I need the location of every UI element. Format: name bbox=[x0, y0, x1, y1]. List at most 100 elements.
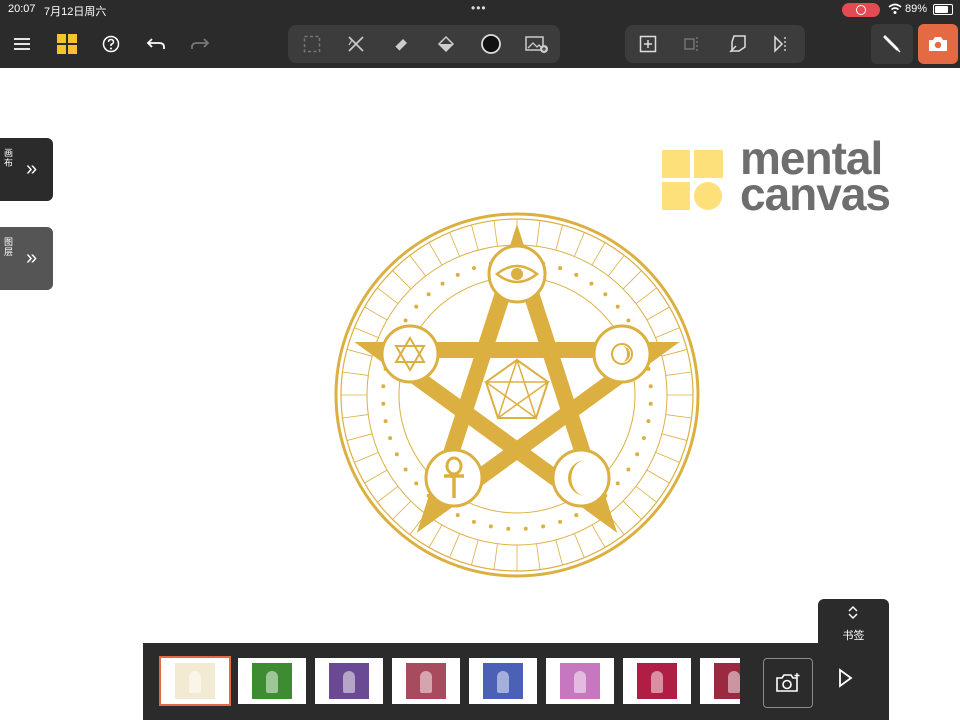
seal-ray bbox=[574, 232, 585, 257]
thumbnail-preview bbox=[483, 663, 523, 699]
menu-icon[interactable] bbox=[8, 30, 36, 58]
seal-ray bbox=[607, 255, 625, 277]
seal-star bbox=[574, 513, 579, 518]
seal-star bbox=[626, 318, 631, 323]
screen-record-icon bbox=[842, 3, 880, 17]
seal-star bbox=[615, 481, 620, 486]
seal-star bbox=[646, 419, 651, 424]
color-icon[interactable] bbox=[477, 30, 505, 58]
rotate-canvas-icon[interactable] bbox=[724, 30, 752, 58]
seal-star bbox=[403, 467, 408, 472]
seal-ray bbox=[536, 543, 541, 570]
expand-up-icon bbox=[848, 605, 858, 619]
seal-star bbox=[648, 401, 653, 406]
seal-star bbox=[381, 384, 386, 389]
seal-ray bbox=[354, 452, 379, 463]
seal-ray bbox=[665, 414, 692, 419]
seal-star bbox=[635, 452, 640, 457]
canvas-panel-label: 画布 bbox=[4, 148, 14, 168]
seal-star bbox=[414, 481, 419, 486]
seal-ray bbox=[655, 327, 680, 338]
bookmark-button[interactable]: 书签 bbox=[818, 599, 889, 645]
canvas-panel-tab[interactable]: 画布 » bbox=[0, 138, 53, 201]
seal-star bbox=[471, 519, 476, 524]
undo-icon[interactable] bbox=[142, 30, 170, 58]
seal-ray bbox=[364, 306, 388, 321]
layers-panel-tab[interactable]: 图层 » bbox=[0, 227, 53, 290]
seal-star bbox=[506, 526, 511, 531]
add-canvas-icon[interactable] bbox=[634, 30, 662, 58]
snapshot-thumbnail[interactable] bbox=[469, 658, 537, 704]
seal-ray bbox=[591, 524, 606, 548]
draw-mode-button[interactable] bbox=[871, 24, 913, 64]
seal-ray bbox=[622, 270, 642, 290]
seal-star bbox=[383, 419, 388, 424]
seal-star bbox=[414, 304, 419, 309]
seal-ray bbox=[346, 433, 373, 441]
help-icon[interactable] bbox=[97, 30, 125, 58]
snapshot-thumbnail[interactable] bbox=[315, 658, 383, 704]
fill-icon[interactable] bbox=[432, 30, 460, 58]
seal-ray bbox=[377, 485, 399, 503]
seal-star bbox=[603, 292, 608, 297]
seal-ray bbox=[364, 469, 388, 484]
snapshot-thumbnail[interactable] bbox=[546, 658, 614, 704]
thumbnail-preview bbox=[637, 663, 677, 699]
snapshot-thumbnail[interactable] bbox=[392, 658, 460, 704]
lasso-icon[interactable] bbox=[298, 30, 326, 58]
eraser-icon[interactable] bbox=[387, 30, 415, 58]
seal-ray bbox=[377, 287, 399, 305]
status-date: 7月12日周六 bbox=[44, 6, 107, 18]
seal-ray bbox=[392, 500, 412, 520]
add-camera-icon bbox=[776, 673, 800, 692]
redo-icon[interactable] bbox=[186, 30, 214, 58]
seal-ray bbox=[449, 232, 460, 257]
snapshot-thumbnail[interactable] bbox=[700, 658, 740, 704]
seal-star bbox=[558, 519, 563, 524]
thumbnail-preview bbox=[175, 663, 215, 699]
snapshot-thumbnail[interactable] bbox=[238, 658, 306, 704]
seal-ray bbox=[661, 433, 688, 441]
play-icon[interactable] bbox=[837, 668, 853, 688]
seal-ray bbox=[646, 469, 670, 484]
thumbnail-preview bbox=[560, 663, 600, 699]
seal-ray bbox=[574, 533, 585, 558]
cut-icon[interactable] bbox=[342, 30, 370, 58]
snapshot-thumbnail[interactable] bbox=[623, 658, 691, 704]
seal-ray bbox=[591, 242, 606, 266]
gallery-icon[interactable] bbox=[53, 30, 81, 58]
seal-ray bbox=[342, 371, 369, 376]
flip-canvas-icon[interactable] bbox=[768, 30, 796, 58]
seal-star bbox=[440, 281, 445, 286]
seal-ray bbox=[342, 414, 369, 419]
pen-icon bbox=[883, 35, 901, 53]
seal-ray bbox=[449, 533, 460, 558]
seal-ray bbox=[622, 500, 642, 520]
snapshot-strip bbox=[143, 643, 889, 720]
layers-panel-label: 图层 bbox=[4, 237, 14, 257]
seal-star bbox=[523, 526, 528, 531]
seal-ray bbox=[635, 287, 657, 305]
add-snapshot-button[interactable] bbox=[763, 658, 813, 708]
snapshot-button[interactable] bbox=[918, 24, 958, 64]
multitask-dots[interactable]: ••• bbox=[471, 1, 487, 15]
thumbnail-preview bbox=[252, 663, 292, 699]
split-canvas-icon[interactable] bbox=[678, 30, 706, 58]
wifi-icon bbox=[888, 3, 902, 14]
battery-icon bbox=[933, 4, 953, 15]
seal-star bbox=[455, 272, 460, 277]
seal-star bbox=[394, 452, 399, 457]
seal-ray bbox=[428, 242, 443, 266]
seal-star bbox=[388, 436, 393, 441]
seal-star bbox=[381, 401, 386, 406]
seal-ray bbox=[493, 543, 498, 570]
seal-star bbox=[455, 513, 460, 518]
thumbnail-preview bbox=[329, 663, 369, 699]
seal-ray bbox=[536, 220, 541, 247]
seal-star bbox=[488, 524, 493, 529]
seal-ray bbox=[655, 452, 680, 463]
snapshot-thumbnail[interactable] bbox=[159, 656, 231, 706]
image-icon[interactable] bbox=[523, 30, 551, 58]
thumbnail-preview bbox=[714, 663, 740, 699]
seal-ray bbox=[665, 371, 692, 376]
